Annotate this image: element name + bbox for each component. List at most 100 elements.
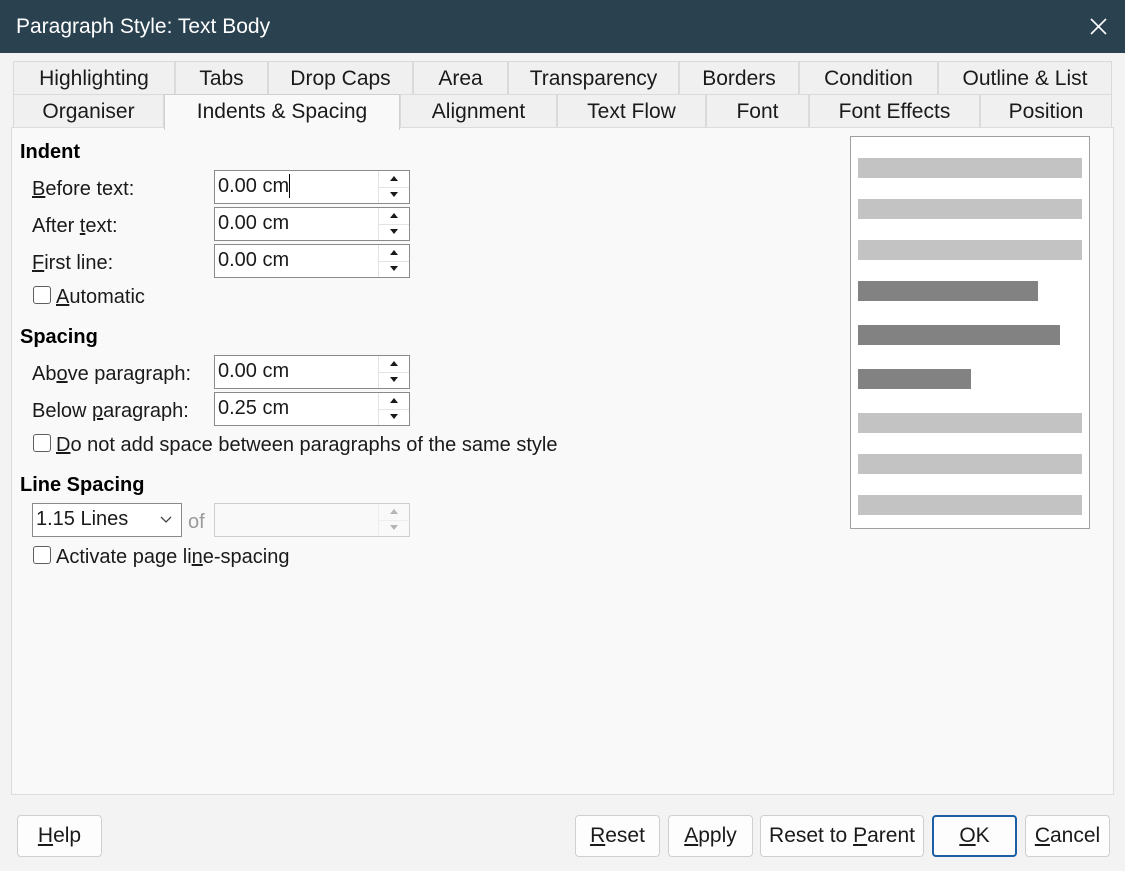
below-paragraph-spinner[interactable]: 0.25 cm (214, 392, 410, 426)
arrow-down-icon (390, 525, 398, 530)
mnemonic: n (191, 546, 203, 568)
close-button[interactable] (1071, 0, 1125, 53)
tab-font[interactable]: Font (706, 94, 809, 128)
increment-button[interactable] (379, 208, 409, 225)
tab-borders[interactable]: Borders (679, 61, 799, 95)
decrement-button[interactable] (379, 261, 409, 277)
increment-button[interactable] (379, 245, 409, 262)
below-paragraph-label: Below paragraph: (32, 400, 189, 423)
label-part: Reset to (769, 824, 854, 847)
page-line-spacing-checkbox[interactable] (33, 546, 51, 564)
label-part: utomatic (69, 286, 145, 308)
spin-buttons (378, 171, 409, 203)
label-part: pply (698, 824, 737, 847)
tab-organiser[interactable]: Organiser (13, 94, 164, 128)
preview-line (858, 240, 1082, 260)
ok-button[interactable]: OK (932, 815, 1017, 857)
arrow-up-icon (390, 176, 398, 181)
label-part: ancel (1049, 824, 1101, 847)
arrow-down-icon (390, 414, 398, 419)
automatic-label[interactable]: Automatic (56, 286, 145, 309)
arrow-up-icon (390, 361, 398, 366)
label-part: e-spacing (202, 546, 290, 568)
label-part: aragraph: (103, 400, 189, 422)
label-part: K (975, 824, 990, 847)
below-paragraph-value[interactable]: 0.25 cm (218, 397, 289, 420)
tab-highlighting[interactable]: Highlighting (13, 61, 175, 95)
above-paragraph-value[interactable]: 0.00 cm (218, 360, 289, 383)
arrow-up-icon (390, 213, 398, 218)
tab-font-effects[interactable]: Font Effects (809, 94, 980, 128)
above-paragraph-label: Above paragraph: (32, 363, 191, 386)
first-line-spinner[interactable]: 0.00 cm (214, 244, 410, 278)
first-line-value[interactable]: 0.00 cm (218, 249, 289, 272)
label-part: ve paragraph: (67, 363, 192, 385)
increment-button[interactable] (379, 504, 409, 521)
line-spacing-value: 1.15 Lines (36, 508, 129, 530)
mnemonic: H (37, 824, 54, 847)
mnemonic: R (590, 824, 606, 847)
line-spacing-of-spinner[interactable] (214, 503, 410, 537)
no-space-label[interactable]: Do not add space between paragraphs of t… (56, 434, 557, 457)
line-spacing-dropdown[interactable]: 1.15 Lines (32, 503, 182, 537)
decrement-button[interactable] (379, 372, 409, 388)
arrow-down-icon (390, 229, 398, 234)
automatic-checkbox[interactable] (33, 286, 51, 304)
increment-button[interactable] (379, 393, 409, 410)
preview-line (858, 158, 1082, 178)
cancel-button[interactable]: Cancel (1025, 815, 1110, 857)
mnemonic: B (32, 178, 46, 200)
tab-indents-spacing[interactable]: Indents & Spacing (164, 94, 400, 130)
preview-line (858, 199, 1082, 219)
tab-position[interactable]: Position (980, 94, 1112, 128)
arrow-down-icon (390, 192, 398, 197)
indent-heading: Indent (20, 141, 80, 163)
spin-buttons (378, 245, 409, 277)
above-paragraph-spinner[interactable]: 0.00 cm (214, 355, 410, 389)
tab-area[interactable]: Area (413, 61, 508, 95)
decrement-button[interactable] (379, 187, 409, 203)
decrement-button[interactable] (379, 224, 409, 240)
label-part: Ab (32, 363, 57, 385)
mnemonic: A (684, 824, 699, 847)
help-button[interactable]: Help (17, 815, 102, 857)
increment-button[interactable] (379, 171, 409, 188)
before-text-value[interactable]: 0.00 cm (218, 175, 289, 198)
tab-alignment[interactable]: Alignment (400, 94, 557, 128)
first-line-label: First line: (32, 252, 113, 275)
tab-drop-caps[interactable]: Drop Caps (268, 61, 413, 95)
mnemonic: C (1034, 824, 1050, 847)
decrement-button[interactable] (379, 520, 409, 536)
apply-button[interactable]: Apply (668, 815, 753, 857)
mnemonic: O (959, 824, 976, 847)
reset-to-parent-button[interactable]: Reset to Parent (760, 815, 924, 857)
spin-buttons (378, 356, 409, 388)
mnemonic: A (56, 286, 70, 308)
tab-text-flow[interactable]: Text Flow (557, 94, 706, 128)
tab-transparency[interactable]: Transparency (508, 61, 679, 95)
spin-buttons (378, 208, 409, 240)
tab-condition[interactable]: Condition (799, 61, 938, 95)
preview-line (858, 454, 1082, 474)
spin-buttons (378, 393, 409, 425)
arrow-down-icon (390, 266, 398, 271)
page-line-spacing-label[interactable]: Activate page line-spacing (56, 546, 289, 569)
mnemonic: p (92, 400, 104, 422)
after-text-value[interactable]: 0.00 cm (218, 212, 289, 235)
preview-line (858, 413, 1082, 433)
tab-tabs[interactable]: Tabs (175, 61, 268, 95)
mnemonic: F (32, 252, 45, 274)
increment-button[interactable] (379, 356, 409, 373)
before-text-spinner[interactable]: 0.00 cm (214, 170, 410, 204)
label-part: Activate page li (56, 546, 192, 568)
after-text-spinner[interactable]: 0.00 cm (214, 207, 410, 241)
reset-button[interactable]: Reset (575, 815, 660, 857)
tab-outline-list[interactable]: Outline & List (938, 61, 1112, 95)
mnemonic: o (56, 363, 68, 385)
decrement-button[interactable] (379, 409, 409, 425)
label-part: o not add space between paragraphs of th… (70, 434, 558, 456)
dropdown-button[interactable] (151, 504, 181, 536)
label-part: irst line: (44, 252, 114, 274)
no-space-checkbox[interactable] (33, 434, 51, 452)
close-icon (1090, 18, 1107, 35)
